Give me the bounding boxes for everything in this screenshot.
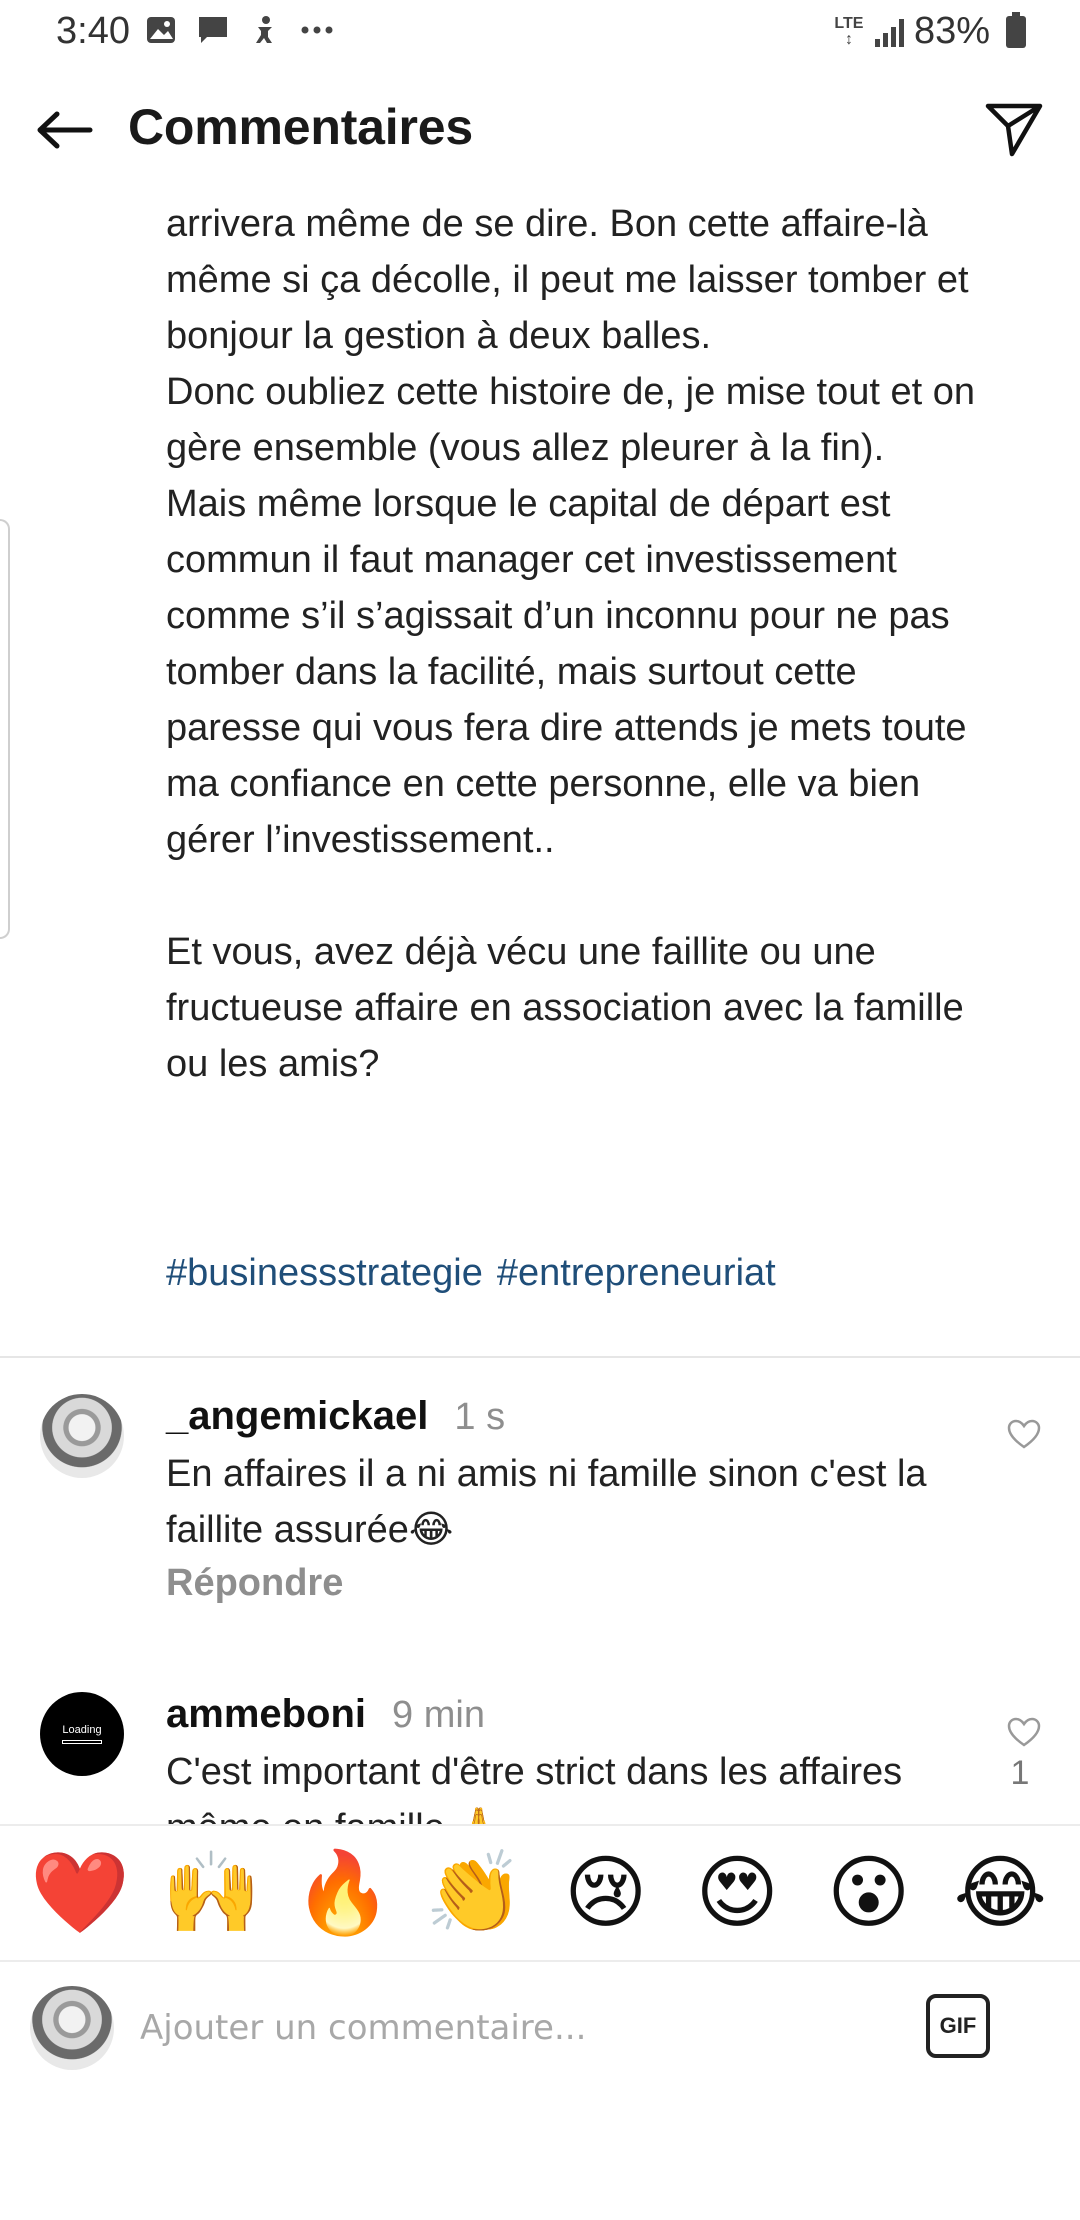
comment-username[interactable]: _angemickael	[166, 1394, 428, 1439]
page-title: Commentaires	[128, 99, 473, 155]
avatar	[30, 1986, 114, 2070]
status-right: LTE ↕ 83%	[833, 10, 1026, 53]
emoji-heart-eyes[interactable]: 😍	[682, 1853, 792, 1933]
signal-icon	[874, 17, 904, 47]
header: Commentaires	[0, 66, 1080, 184]
comment-time: 1 s	[454, 1396, 506, 1438]
like-button[interactable]	[1004, 1712, 1044, 1752]
message-icon	[196, 14, 230, 46]
comment-text: C'est important d'être strict dans les a…	[166, 1751, 903, 1824]
emoji-fire[interactable]: 🔥	[288, 1853, 398, 1933]
emoji-laughing[interactable]: 😂	[945, 1853, 1055, 1933]
battery-icon	[1006, 11, 1026, 48]
emoji-heart[interactable]: ❤️	[25, 1853, 135, 1933]
comment-text: En affaires il a ni amis ni famille sino…	[166, 1453, 927, 1551]
paper-plane-icon	[985, 103, 1043, 157]
comment-composer: GIF	[0, 1964, 1080, 2094]
reply-button[interactable]: Répondre	[166, 1562, 343, 1605]
more-icon	[300, 14, 334, 46]
accessibility-icon	[248, 14, 282, 46]
emoji-clap[interactable]: 👏	[419, 1853, 529, 1933]
back-button[interactable]	[28, 94, 100, 166]
hashtag-link[interactable]: #entrepreneuriat	[497, 1252, 776, 1295]
comment-input[interactable]	[140, 1996, 880, 2060]
comment-time: 9 min	[392, 1694, 485, 1736]
comment-header: ammeboni 9 min	[166, 1692, 485, 1737]
avatar[interactable]: Loading	[40, 1692, 124, 1776]
caption-paragraph: Et vous, avez déjà vécu une faillite ou …	[166, 931, 975, 1085]
share-button[interactable]	[978, 94, 1050, 166]
emoji-raised-hands[interactable]: 🙌	[156, 1853, 266, 1933]
emoji-crying[interactable]: 😢	[551, 1853, 661, 1933]
status-time: 3:40	[56, 10, 130, 52]
comment-username[interactable]: ammeboni	[166, 1692, 366, 1737]
caption-paragraph: arrivera même de se dire. Bon cette affa…	[166, 203, 976, 861]
post-caption: arrivera même de se dire. Bon cette affa…	[166, 196, 996, 1092]
image-icon	[144, 14, 178, 46]
gif-button[interactable]: GIF	[926, 1994, 990, 2058]
heart-icon	[1007, 1717, 1041, 1747]
avatar[interactable]	[40, 1394, 124, 1478]
comment-header: _angemickael 1 s	[166, 1394, 505, 1439]
hashtag-link[interactable]: #businessstrategie	[166, 1252, 483, 1295]
status-bar: 3:40 LTE ↕ 83%	[0, 0, 1080, 66]
like-button[interactable]	[1004, 1414, 1044, 1454]
divider	[0, 1356, 1080, 1358]
battery-percent: 83%	[913, 10, 990, 52]
edge-panel-handle[interactable]	[0, 519, 10, 939]
comments-scroll-area[interactable]: arrivera même de se dire. Bon cette affa…	[0, 184, 1080, 1824]
emoji-quick-bar: ❤️ 🙌 🔥 👏 😢 😍 😮 😂	[0, 1824, 1080, 1962]
emoji-surprised[interactable]: 😮	[814, 1853, 924, 1933]
status-notification-icons	[144, 14, 334, 46]
like-count: 1	[1010, 1754, 1030, 1792]
arrow-left-icon	[37, 111, 93, 149]
network-type: LTE ↕	[834, 14, 864, 48]
caption-hashtags: #businessstrategie #entrepreneuriat	[166, 1252, 776, 1295]
heart-icon	[1007, 1419, 1041, 1449]
